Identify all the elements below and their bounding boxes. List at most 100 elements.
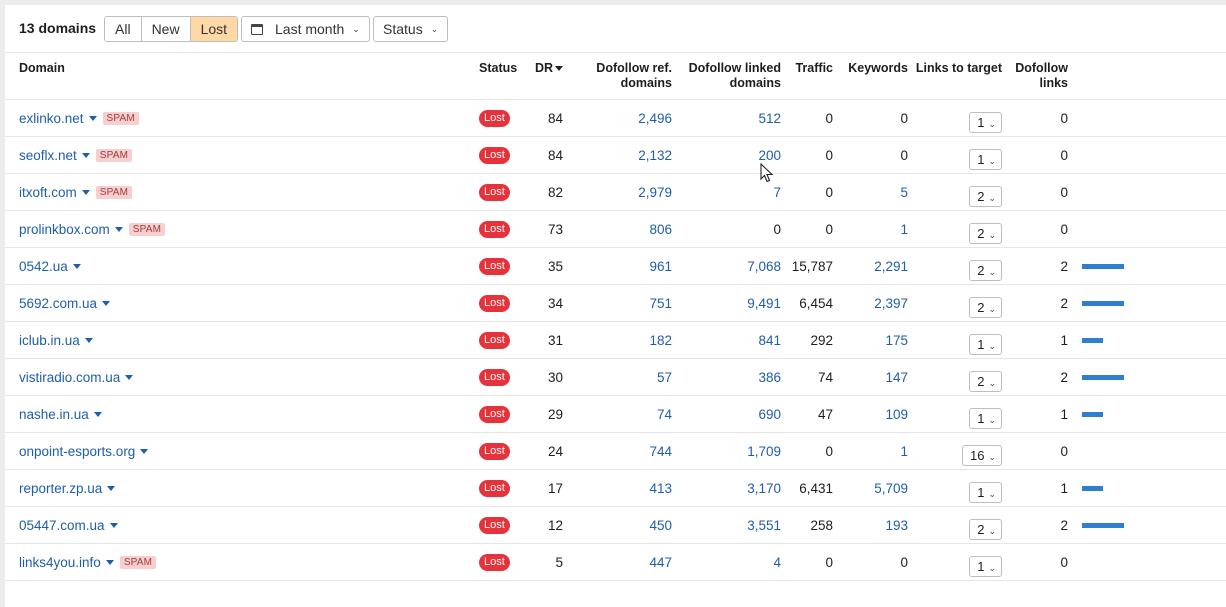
- linked-domains-link[interactable]: 7,068: [747, 259, 781, 274]
- keywords-link[interactable]: 175: [885, 333, 908, 348]
- ref-domains-link[interactable]: 751: [649, 296, 672, 311]
- calendar-icon: [251, 23, 263, 35]
- caret-down-icon[interactable]: [81, 153, 90, 159]
- linked-domains-link[interactable]: 3,551: [747, 518, 781, 533]
- ref-domains-link[interactable]: 806: [649, 222, 672, 237]
- col-traffic[interactable]: Traffic: [781, 53, 833, 100]
- linked-domains-link[interactable]: 200: [758, 148, 781, 163]
- caret-down-icon[interactable]: [105, 560, 114, 566]
- caret-down-icon[interactable]: [81, 190, 90, 196]
- linked-domains-link[interactable]: 512: [758, 111, 781, 126]
- col-links-to-target[interactable]: Links to target: [908, 53, 1002, 100]
- col-linked-domains[interactable]: Dofollow linked domains: [672, 53, 781, 100]
- keywords-link[interactable]: 5,709: [874, 481, 908, 496]
- dofollow-links-value: 0: [1060, 443, 1068, 459]
- domain-link[interactable]: 05447.com.ua: [19, 518, 105, 533]
- filter-all-button[interactable]: All: [105, 17, 142, 41]
- filter-new-button[interactable]: New: [141, 17, 191, 41]
- domain-link[interactable]: nashe.in.ua: [19, 407, 89, 422]
- keywords-link[interactable]: 5: [900, 185, 908, 200]
- links-to-target-select[interactable]: 2 ⌄: [969, 259, 1002, 281]
- linked-domains-link[interactable]: 4: [773, 555, 781, 570]
- domain-link[interactable]: seoflx.net: [19, 148, 77, 163]
- col-ref-domains[interactable]: Dofollow ref. domains: [563, 53, 672, 100]
- ref-domains-link[interactable]: 182: [649, 333, 672, 348]
- ref-domains-link[interactable]: 2,496: [638, 111, 672, 126]
- links-to-target-select[interactable]: 16 ⌄: [961, 444, 1002, 466]
- domain-link[interactable]: itxoft.com: [19, 185, 77, 200]
- keywords-link[interactable]: 1: [900, 222, 908, 237]
- keywords-link[interactable]: 1: [900, 444, 908, 459]
- caret-down-icon[interactable]: [84, 338, 93, 344]
- status-badge: Lost: [479, 295, 510, 312]
- keywords-link[interactable]: 147: [885, 370, 908, 385]
- ref-domains-link[interactable]: 961: [649, 259, 672, 274]
- linked-domains-link: 0: [773, 221, 781, 237]
- caret-down-icon[interactable]: [88, 116, 97, 122]
- col-dofollow-links[interactable]: Dofollow links: [1002, 53, 1068, 100]
- caret-down-icon[interactable]: [72, 264, 81, 270]
- linked-domains-link[interactable]: 1,709: [747, 444, 781, 459]
- domain-link[interactable]: prolinkbox.com: [19, 222, 110, 237]
- dr-value: 17: [547, 480, 563, 496]
- keywords-link[interactable]: 2,397: [874, 296, 908, 311]
- ref-domains-link[interactable]: 2,132: [638, 148, 672, 163]
- ref-domains-link[interactable]: 57: [657, 370, 672, 385]
- ref-domains-link[interactable]: 74: [657, 407, 672, 422]
- col-domain[interactable]: Domain: [5, 53, 479, 100]
- links-to-target-select[interactable]: 2 ⌄: [969, 185, 1002, 207]
- links-to-target-select[interactable]: 2 ⌄: [969, 296, 1002, 318]
- filter-lost-button[interactable]: Lost: [190, 17, 238, 41]
- table-row: itxoft.com SPAM Lost 82 2,979 7 0 5 2 ⌄ 0: [5, 173, 1226, 211]
- linked-domains-link[interactable]: 690: [758, 407, 781, 422]
- links-to-target-select[interactable]: 1 ⌄: [969, 407, 1002, 429]
- caret-down-icon[interactable]: [125, 375, 134, 381]
- col-dr[interactable]: DR: [533, 53, 563, 100]
- caret-down-icon[interactable]: [93, 412, 102, 418]
- links-to-target-select[interactable]: 1 ⌄: [969, 148, 1002, 170]
- links-to-target-select[interactable]: 1 ⌄: [969, 111, 1002, 133]
- chevron-down-icon: ⌄: [988, 488, 996, 499]
- ref-domains-link[interactable]: 2,979: [638, 185, 672, 200]
- domain-link[interactable]: onpoint-esports.org: [19, 444, 135, 459]
- table-row: onpoint-esports.org Lost 24 744 1,709 0 1 16 ⌄ 0: [5, 432, 1226, 470]
- spam-badge: SPAM: [95, 185, 133, 199]
- linked-domains-link[interactable]: 9,491: [747, 296, 781, 311]
- ref-domains-link[interactable]: 744: [649, 444, 672, 459]
- keywords-link[interactable]: 109: [885, 407, 908, 422]
- linked-domains-link[interactable]: 386: [758, 370, 781, 385]
- col-keywords[interactable]: Keywords: [833, 53, 908, 100]
- domain-link[interactable]: iclub.in.ua: [19, 333, 80, 348]
- ref-domains-link[interactable]: 413: [649, 481, 672, 496]
- domain-link[interactable]: 5692.com.ua: [19, 296, 97, 311]
- caret-down-icon[interactable]: [102, 301, 111, 307]
- links-to-target-select[interactable]: 2 ⌄: [969, 518, 1002, 540]
- domain-link[interactable]: exlinko.net: [19, 111, 84, 126]
- status-badge: Lost: [479, 406, 510, 423]
- keywords-link[interactable]: 193: [885, 518, 908, 533]
- col-status[interactable]: Status: [479, 53, 533, 100]
- status-badge: Lost: [479, 184, 510, 201]
- domain-link[interactable]: links4you.info: [19, 555, 101, 570]
- domain-link[interactable]: reporter.zp.ua: [19, 481, 102, 496]
- linked-domains-link[interactable]: 841: [758, 333, 781, 348]
- caret-down-icon[interactable]: [109, 523, 118, 529]
- traffic-value: 258: [810, 517, 833, 533]
- status-dropdown[interactable]: Status ⌄: [373, 16, 449, 42]
- keywords-link[interactable]: 2,291: [874, 259, 908, 274]
- domain-link[interactable]: vistiradio.com.ua: [19, 370, 120, 385]
- linked-domains-link[interactable]: 3,170: [747, 481, 781, 496]
- links-to-target-select[interactable]: 1 ⌄: [969, 333, 1002, 355]
- ref-domains-link[interactable]: 447: [649, 555, 672, 570]
- links-to-target-select[interactable]: 2 ⌄: [969, 370, 1002, 392]
- caret-down-icon[interactable]: [114, 227, 123, 233]
- links-to-target-select[interactable]: 1 ⌄: [969, 481, 1002, 503]
- date-range-dropdown[interactable]: Last month ⌄: [241, 16, 370, 42]
- ref-domains-link[interactable]: 450: [649, 518, 672, 533]
- links-to-target-select[interactable]: 1 ⌄: [969, 555, 1002, 577]
- linked-domains-link[interactable]: 7: [773, 185, 781, 200]
- caret-down-icon[interactable]: [140, 449, 149, 455]
- domain-link[interactable]: 0542.ua: [19, 259, 68, 274]
- caret-down-icon[interactable]: [107, 486, 116, 492]
- links-to-target-select[interactable]: 2 ⌄: [969, 222, 1002, 244]
